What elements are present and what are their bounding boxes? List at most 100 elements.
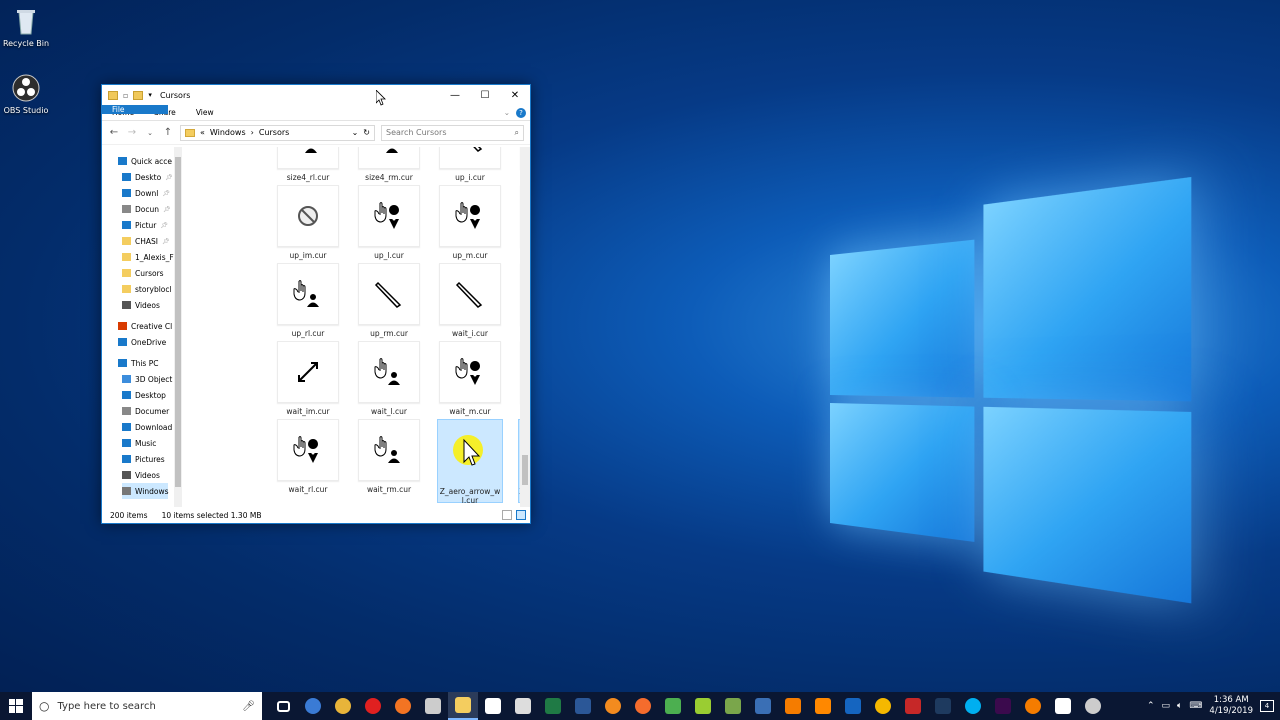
file-item[interactable]: size4_rl.cur <box>275 147 341 182</box>
new-folder-icon[interactable] <box>133 90 144 100</box>
show-hidden-icons-icon[interactable]: ⌃ <box>1147 701 1155 711</box>
taskbar-app-excel[interactable] <box>538 692 568 720</box>
nav-item[interactable]: Quick acce <box>118 153 172 169</box>
nav-item[interactable]: storyblocl <box>122 281 172 297</box>
taskbar-app-opera[interactable] <box>358 692 388 720</box>
recent-locations-icon[interactable]: ⌄ <box>144 129 156 137</box>
action-center-icon[interactable]: 4 <box>1260 700 1274 712</box>
file-item[interactable]: wait_m.cur <box>437 341 503 416</box>
nav-item[interactable]: Documer <box>122 403 169 419</box>
taskbar-app-android[interactable] <box>688 692 718 720</box>
customize-quick-access-icon[interactable]: ▾ <box>148 91 152 99</box>
nav-scrollbar[interactable] <box>174 147 182 507</box>
desktop-icon-obs[interactable]: OBS Studio <box>0 73 56 115</box>
taskbar-app-vlc[interactable] <box>808 692 838 720</box>
file-item[interactable]: wait_im.cur <box>275 341 341 416</box>
taskbar-app-blender[interactable] <box>1018 692 1048 720</box>
nav-item[interactable]: Pictures <box>122 451 165 467</box>
taskbar-app-task-view[interactable] <box>268 692 298 720</box>
close-button[interactable]: ✕ <box>500 90 530 101</box>
help-icon[interactable]: ? <box>516 107 526 118</box>
taskbar-app-photos[interactable] <box>1048 692 1078 720</box>
tab-file[interactable]: File <box>102 105 168 114</box>
network-icon[interactable]: ▭ <box>1161 701 1170 711</box>
taskbar-app-app-bird[interactable] <box>418 692 448 720</box>
title-bar[interactable]: ▫ ▾ Cursors — ☐ ✕ <box>102 85 530 105</box>
taskbar-app-premiere[interactable] <box>988 692 1018 720</box>
clock[interactable]: 1:36 AM 4/19/2019 <box>1209 695 1253 717</box>
taskbar-app-xampp[interactable] <box>778 692 808 720</box>
file-item[interactable]: wait_rl.cur <box>275 419 341 494</box>
up-button[interactable]: ↑ <box>162 127 174 138</box>
taskbar-app-app-green[interactable] <box>718 692 748 720</box>
maximize-button[interactable]: ☐ <box>470 90 500 101</box>
start-button[interactable] <box>0 692 32 720</box>
address-dropdown-icon[interactable]: ⌄ <box>352 128 359 137</box>
minimize-button[interactable]: — <box>440 90 470 101</box>
address-field[interactable]: « Windows › Cursors ⌄ ↻ <box>180 124 375 141</box>
taskbar-app-app-orange[interactable] <box>598 692 628 720</box>
taskbar-app-edge[interactable] <box>298 692 328 720</box>
taskbar-app-skype[interactable] <box>958 692 988 720</box>
file-scrollbar[interactable] <box>520 147 530 507</box>
search-input[interactable]: Search Cursors ⌕ <box>381 124 524 141</box>
nav-item[interactable]: Windows <box>122 483 169 499</box>
taskbar-app-firefox[interactable] <box>388 692 418 720</box>
file-item[interactable]: up_rm.cur <box>356 263 422 338</box>
keyboard-icon[interactable]: ⌨ <box>1189 701 1202 711</box>
taskbar-app-notepad[interactable] <box>658 692 688 720</box>
nav-item[interactable]: Videos <box>122 467 160 483</box>
nav-item[interactable]: This PC <box>118 355 158 371</box>
tab-view[interactable]: View <box>186 105 224 120</box>
file-item[interactable]: wait_rm.cur <box>356 419 422 494</box>
file-item[interactable]: up_l.cur <box>356 185 422 260</box>
file-item[interactable]: up_i.cur <box>437 147 503 182</box>
taskbar-search-input[interactable]: ○ Type here to search 🎤︎ <box>32 692 262 720</box>
address-overflow[interactable]: « <box>200 128 205 137</box>
expand-ribbon-icon[interactable]: ⌄ <box>504 108 510 117</box>
nav-item[interactable]: OneDrive <box>118 334 166 350</box>
forward-button[interactable]: → <box>126 127 138 138</box>
file-item[interactable]: Z_aero_arrow_wl.cur <box>437 419 503 505</box>
nav-item[interactable]: 1_Alexis_F <box>122 249 174 265</box>
taskbar-app-app-yellow[interactable] <box>868 692 898 720</box>
taskbar-app-store[interactable] <box>478 692 508 720</box>
nav-item[interactable]: Creative Cl <box>118 318 172 334</box>
nav-item[interactable]: Docun 📌︎ <box>122 201 171 217</box>
nav-item[interactable]: Deskto 📌︎ <box>122 169 173 185</box>
file-item[interactable]: size4_rm.cur <box>356 147 422 182</box>
breadcrumb-windows[interactable]: Windows <box>210 128 246 137</box>
taskbar-app-word[interactable] <box>568 692 598 720</box>
taskbar-app-photoshop[interactable] <box>928 692 958 720</box>
taskbar-app-origin[interactable] <box>628 692 658 720</box>
nav-item[interactable]: 3D Object <box>122 371 172 387</box>
file-item[interactable]: wait_l.cur <box>356 341 422 416</box>
taskbar-app-app-blue[interactable] <box>748 692 778 720</box>
file-item[interactable]: wait_i.cur <box>437 263 503 338</box>
nav-item[interactable]: CHASI 📌︎ <box>122 233 170 249</box>
taskbar-app-filezilla[interactable] <box>898 692 928 720</box>
breadcrumb-cursors[interactable]: Cursors <box>259 128 289 137</box>
file-item[interactable]: up_im.cur <box>275 185 341 260</box>
taskbar-app-outlook[interactable] <box>838 692 868 720</box>
back-button[interactable]: ← <box>108 127 120 138</box>
properties-icon[interactable]: ▫ <box>123 91 128 100</box>
volume-icon[interactable]: 🔈︎ <box>1177 701 1182 711</box>
large-icons-view-icon[interactable] <box>516 510 526 520</box>
taskbar-app-file-explorer[interactable] <box>448 692 478 720</box>
desktop-icon-recycle-bin[interactable]: Recycle Bin <box>0 6 56 48</box>
nav-item[interactable]: Desktop <box>122 387 166 403</box>
details-view-icon[interactable] <box>502 510 512 520</box>
nav-item[interactable]: Music <box>122 435 156 451</box>
file-item[interactable]: up_m.cur <box>437 185 503 260</box>
nav-item[interactable]: Cursors <box>122 265 164 281</box>
microphone-icon[interactable]: 🎤︎ <box>242 701 255 712</box>
refresh-icon[interactable]: ↻ <box>363 128 370 137</box>
nav-item[interactable]: Pictur 📌︎ <box>122 217 168 233</box>
nav-item[interactable]: Videos <box>122 297 160 313</box>
taskbar-app-obs[interactable] <box>1078 692 1108 720</box>
nav-item[interactable]: Download <box>122 419 172 435</box>
nav-item[interactable]: Downl 📌︎ <box>122 185 170 201</box>
file-item[interactable]: up_rl.cur <box>275 263 341 338</box>
taskbar-app-calculator[interactable] <box>508 692 538 720</box>
